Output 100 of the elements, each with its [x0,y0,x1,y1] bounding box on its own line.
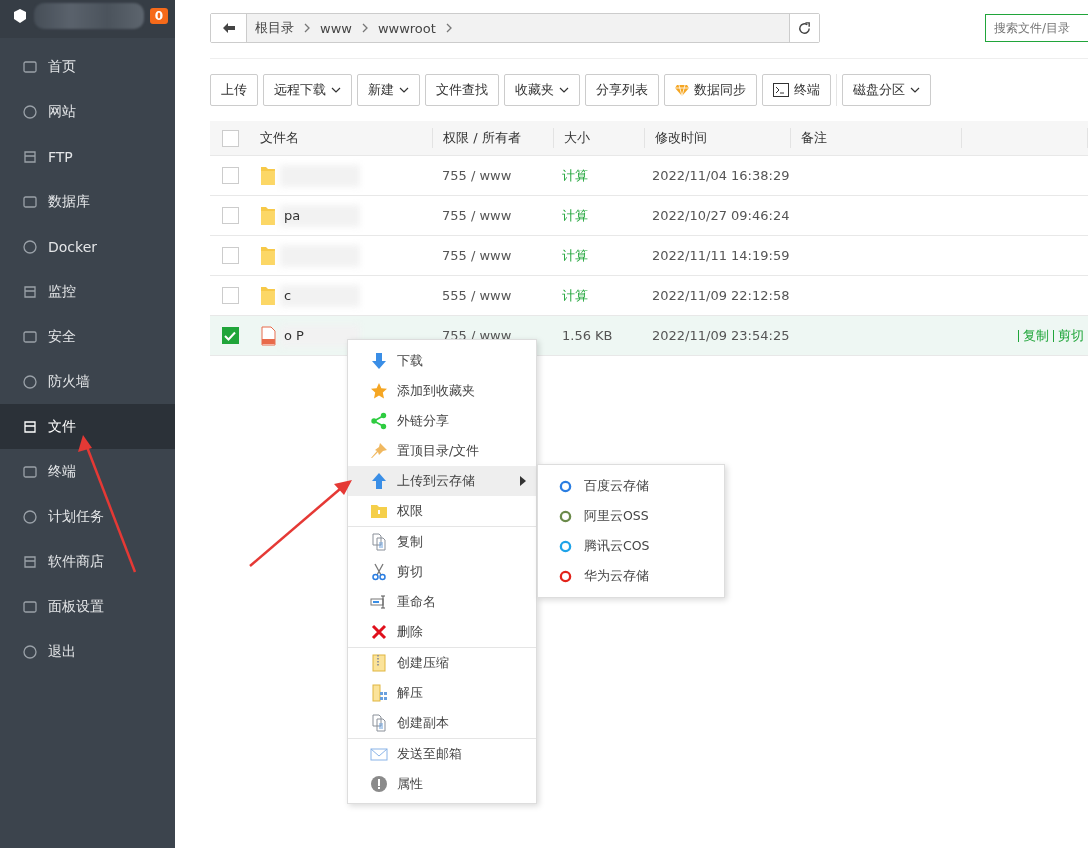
star-icon [370,382,388,400]
submenu-item[interactable]: 华为云存储 [538,561,724,591]
submenu-item[interactable]: 腾讯云COS [538,531,724,561]
table-cell-text: 755 / www [441,208,513,223]
sidebar-item[interactable]: 计划任务 [0,494,175,539]
nav-icon [22,148,38,165]
menu-item[interactable]: 删除 [348,617,536,647]
diamond-icon [675,84,689,96]
copy-icon [370,533,388,551]
menu-item[interactable]: 解压 [348,678,536,708]
toolbar-button[interactable]: 终端 [762,74,831,106]
folder-icon [260,205,276,226]
column-header[interactable]: 大小 [554,128,645,148]
menu-item[interactable]: 发送至邮箱 [348,739,536,769]
toolbar-button[interactable]: 分享列表 [585,74,659,106]
caret-icon [331,87,341,93]
search-field[interactable]: 搜索文件/目录 [985,14,1088,42]
size-cell-text: 1.56 KB [561,328,614,343]
menu-item[interactable]: 剪切 [348,557,536,587]
submenu-item[interactable]: 阿里云OSS [538,501,724,531]
menu-item[interactable]: 添加到收藏夹 [348,376,536,406]
sidebar-item[interactable]: 数据库 [0,179,175,224]
toolbar-button[interactable]: 文件查找 [425,74,499,106]
menu-item[interactable]: 创建副本 [348,708,536,738]
table-cell-text: 755 / www [441,168,513,183]
nav-icon [22,463,38,480]
toolbar-button[interactable]: 上传 [210,74,258,106]
column-header[interactable]: 文件名 [250,128,433,148]
terminal-icon [773,83,789,97]
back-arrow-icon [222,23,235,33]
sidebar-item[interactable]: 安全 [0,314,175,359]
sidebar-item[interactable]: 监控 [0,269,175,314]
file-name[interactable]: pa [284,208,301,223]
menu-item[interactable]: 属性 [348,769,536,799]
column-header[interactable]: 备注 [791,128,962,148]
nav-icon [22,238,38,255]
nav-icon [22,283,38,300]
file-name[interactable]: o P [284,328,304,343]
up-icon [370,472,388,490]
menu-item[interactable]: 置顶目录/文件 [348,436,536,466]
nav-icon [22,103,38,120]
sidebar-item[interactable]: 网站 [0,89,175,134]
nav-icon [22,193,38,210]
nav-icon [22,58,38,75]
refresh-button[interactable] [789,14,819,42]
menu-item[interactable]: 外链分享 [348,406,536,436]
column-header[interactable]: 修改时间 [645,128,791,148]
select-all-checkbox[interactable] [221,129,239,147]
back-button[interactable] [211,14,247,42]
breadcrumb-link[interactable]: www [320,20,352,36]
info-icon [370,775,388,793]
down-icon [370,352,388,370]
toolbar-button[interactable]: 数据同步 [664,74,757,106]
sidebar-item[interactable]: 首页 [0,44,175,89]
toolbar-button[interactable]: 远程下载 [263,74,352,106]
nav-icon [22,328,38,345]
zip-icon [370,654,388,672]
menu-item[interactable]: 创建压缩 [348,648,536,678]
caret-icon [910,87,920,93]
breadcrumb-link[interactable]: 根目录 [255,19,294,37]
sidebar-item[interactable]: Docker [0,224,175,269]
mail-icon [370,745,388,763]
row-checkbox[interactable] [221,247,239,264]
menu-item[interactable]: 下载 [348,346,536,376]
caret-icon [559,87,569,93]
chevron-icon [304,23,310,33]
toolbar-button[interactable]: 磁盘分区 [842,74,931,106]
sidebar-item[interactable]: 终端 [0,449,175,494]
sidebar-item[interactable]: 面板设置 [0,584,175,629]
table-cell-text: 555 / www [441,288,513,303]
chevron-icon [445,23,452,33]
submenu-arrow-icon [520,476,526,486]
row-checkbox[interactable] [221,327,239,344]
sidebar-item[interactable]: FTP [0,134,175,179]
unzip-icon [370,684,388,702]
folder-icon [260,285,276,306]
toolbar-button[interactable]: 新建 [357,74,420,106]
nav-icon [22,508,38,525]
sidebar-item[interactable]: 文件 [0,404,175,449]
pin-icon [370,442,388,460]
submenu-item[interactable]: 百度云存储 [538,471,724,501]
row-checkbox[interactable] [221,207,239,224]
sidebar-item[interactable]: 软件商店 [0,539,175,584]
menu-item[interactable]: 重命名 [348,587,536,617]
sidebar-item[interactable]: 防火墙 [0,359,175,404]
caret-icon [399,87,409,93]
menu-item[interactable]: 权限 [348,496,536,526]
row-checkbox[interactable] [221,287,239,304]
breadcrumb-link[interactable]: wwwroot [377,20,436,36]
file-name[interactable]: c [284,288,292,303]
folder-icon [260,165,276,186]
toolbar-button[interactable]: 收藏夹 [504,74,580,106]
row-checkbox[interactable] [221,167,239,184]
nav-icon [22,553,38,570]
table-cell-text: 2022/11/09 22:12:58 [651,288,787,303]
menu-item[interactable]: 复制 [348,527,536,557]
sidebar-item[interactable]: 退出 [0,629,175,674]
column-header[interactable]: 权限 / 所有者 [433,128,554,148]
rename-icon [370,593,388,611]
table-cell-text: 2022/11/11 14:19:59 [651,248,787,263]
